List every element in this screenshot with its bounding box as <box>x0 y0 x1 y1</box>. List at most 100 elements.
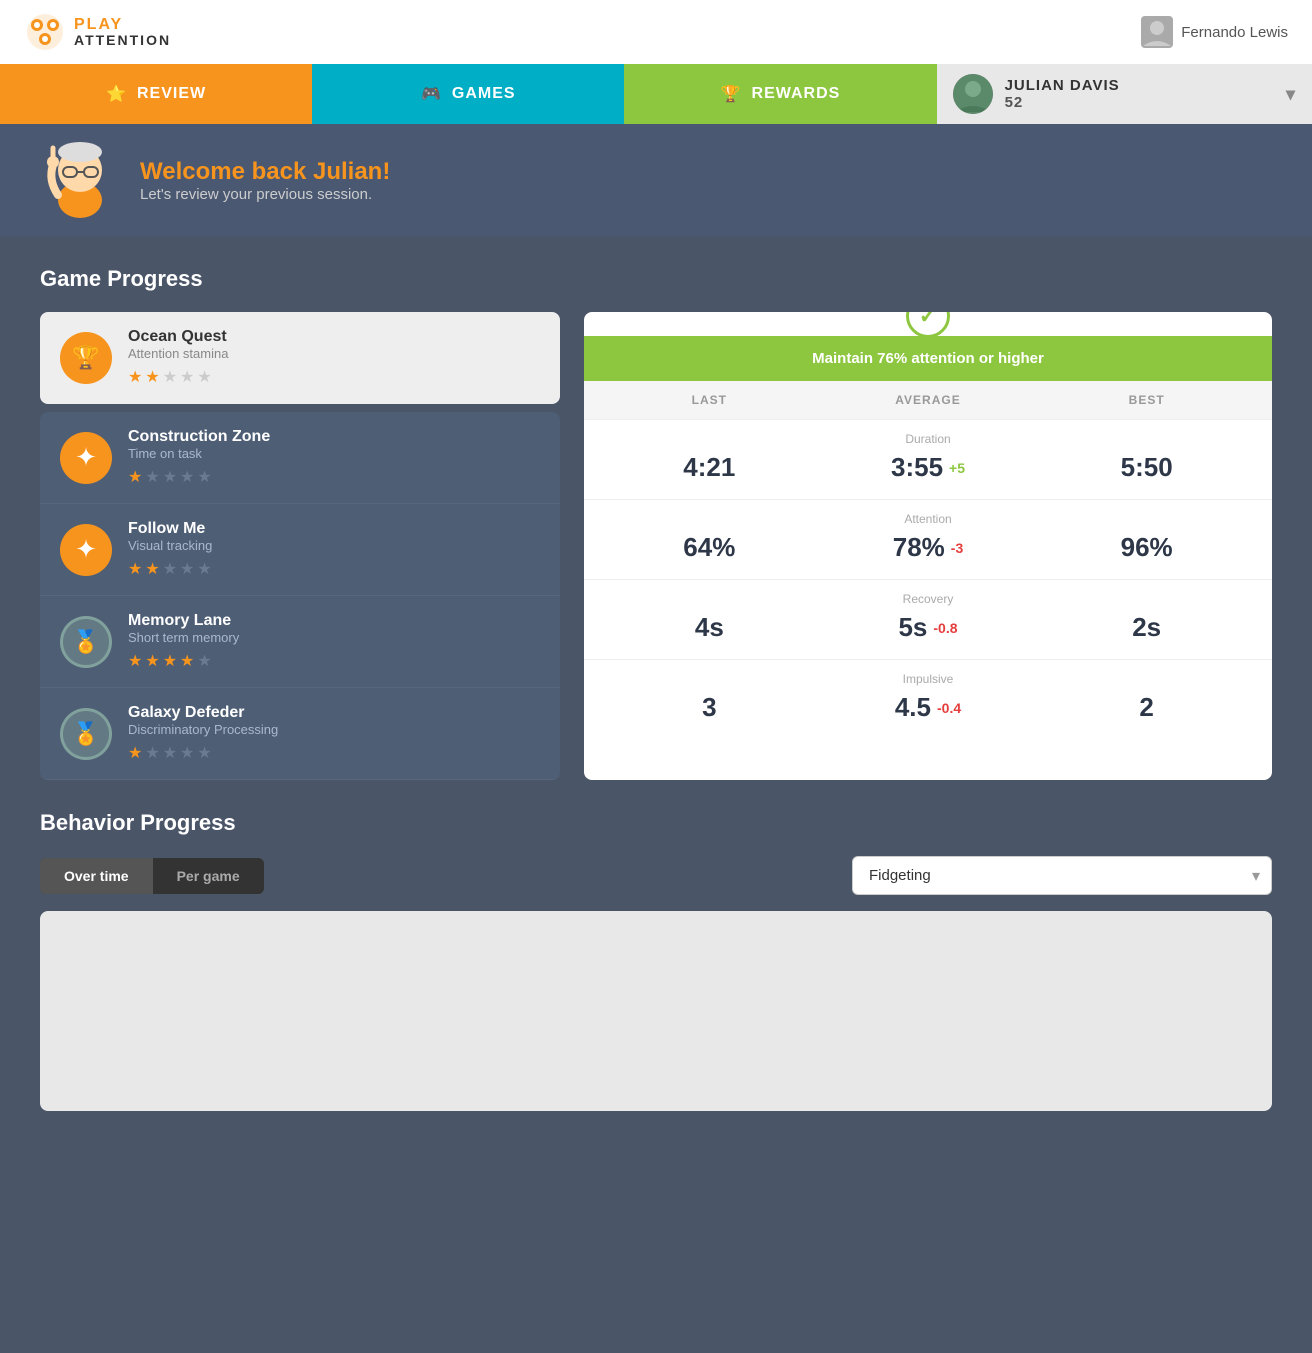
recovery-average: 5s -0.8 <box>819 612 1038 643</box>
duration-average: 3:55 +5 <box>819 452 1038 483</box>
star-2: ★ <box>145 743 159 763</box>
stats-row-recovery: Recovery 4s 5s -0.8 2s <box>584 579 1272 659</box>
attention-average: 78% -3 <box>819 532 1038 563</box>
impulsive-avg-delta: -0.4 <box>937 700 961 716</box>
header-user-name: Fernando Lewis <box>1181 24 1288 41</box>
star-4: ★ <box>180 559 194 579</box>
header-user-info: Fernando Lewis <box>1141 16 1288 48</box>
nav-review[interactable]: ⭐ REVIEW <box>0 64 312 124</box>
logo-play-label: PLAY <box>74 16 171 34</box>
duration-best-value: 5:50 <box>1121 452 1173 482</box>
logo-icon <box>24 11 66 53</box>
logo: PLAY ATTENTION <box>24 11 171 53</box>
duration-avg-value: 3:55 <box>891 452 943 483</box>
stats-goal-banner: Maintain 76% attention or higher <box>584 336 1272 381</box>
star-2: ★ <box>145 467 159 487</box>
stats-panel: ✓ Maintain 76% attention or higher LAST … <box>584 312 1272 780</box>
construction-zone-details: Construction Zone Time on task ★ ★ ★ ★ ★ <box>128 428 540 487</box>
impulsive-values: 3 4.5 -0.4 2 <box>584 686 1272 739</box>
follow-me-name: Follow Me <box>128 520 540 538</box>
attention-values: 64% 78% -3 96% <box>584 526 1272 579</box>
star-3: ★ <box>163 559 177 579</box>
galaxy-defeder-icon: 🏅 <box>60 708 112 760</box>
follow-me-details: Follow Me Visual tracking ★ ★ ★ ★ ★ <box>128 520 540 579</box>
game-item-galaxy-defeder[interactable]: 🏅 Galaxy Defeder Discriminatory Processi… <box>40 688 560 780</box>
galaxy-defeder-details: Galaxy Defeder Discriminatory Processing… <box>128 704 540 763</box>
impulsive-label: Impulsive <box>584 660 1272 686</box>
rewards-icon: 🏆 <box>721 84 742 104</box>
col-header-last: LAST <box>600 393 819 407</box>
game-item-memory-lane[interactable]: 🏅 Memory Lane Short term memory ★ ★ ★ ★ … <box>40 596 560 688</box>
nav-rewards[interactable]: 🏆 REWARDS <box>624 64 936 124</box>
impulsive-last: 3 <box>600 692 819 723</box>
profile-avatar <box>953 74 993 114</box>
stats-goal-text: Maintain 76% attention or higher <box>812 350 1044 367</box>
game-progress-title: Game Progress <box>40 266 1272 292</box>
behavior-chart <box>40 911 1272 1111</box>
attention-avg-delta: -3 <box>951 540 963 556</box>
behavior-toggle-group: Over time Per game <box>40 858 264 894</box>
star-3: ★ <box>163 367 177 387</box>
recovery-last-value: 4s <box>695 612 724 642</box>
recovery-values: 4s 5s -0.8 2s <box>584 606 1272 659</box>
toggle-over-time[interactable]: Over time <box>40 858 153 894</box>
duration-label: Duration <box>584 420 1272 446</box>
profile-info: Julian Davis 52 <box>953 74 1120 114</box>
ocean-quest-stars: ★ ★ ★ ★ ★ <box>128 367 540 387</box>
impulsive-best-value: 2 <box>1139 692 1153 722</box>
recovery-label: Recovery <box>584 580 1272 606</box>
main-content: Game Progress 🏆 Ocean Quest Attention st… <box>0 236 1312 810</box>
recovery-avg-value: 5s <box>898 612 927 643</box>
profile-name: Julian Davis <box>1005 77 1120 94</box>
star-1: ★ <box>128 467 142 487</box>
recovery-last: 4s <box>600 612 819 643</box>
game-item-construction-zone[interactable]: ✦ Construction Zone Time on task ★ ★ ★ ★… <box>40 412 560 504</box>
star-5: ★ <box>197 651 211 671</box>
memory-lane-details: Memory Lane Short term memory ★ ★ ★ ★ ★ <box>128 612 540 671</box>
star-2: ★ <box>145 367 159 387</box>
star-icon-2: ✦ <box>75 534 97 565</box>
attention-last: 64% <box>600 532 819 563</box>
star-3: ★ <box>163 651 177 671</box>
rewards-label: REWARDS <box>752 85 841 103</box>
games-label: GAMES <box>452 85 516 103</box>
duration-avg-delta: +5 <box>949 460 965 476</box>
galaxy-defeder-name: Galaxy Defeder <box>128 704 540 722</box>
nav-profile[interactable]: Julian Davis 52 ▾ <box>937 64 1312 124</box>
behavior-dropdown[interactable]: Fidgeting Impulsive Recovery <box>852 856 1272 895</box>
follow-me-category: Visual tracking <box>128 538 540 553</box>
star-4: ★ <box>180 743 194 763</box>
star-3: ★ <box>163 743 177 763</box>
profile-score: 52 <box>1005 94 1120 111</box>
attention-last-value: 64% <box>683 532 735 562</box>
star-3: ★ <box>163 467 177 487</box>
star-4: ★ <box>180 367 194 387</box>
col-header-best: BEST <box>1037 393 1256 407</box>
attention-best: 96% <box>1037 532 1256 563</box>
welcome-section: Welcome back Julian! Let's review your p… <box>0 124 1312 236</box>
impulsive-average: 4.5 -0.4 <box>819 692 1038 723</box>
toggle-per-game[interactable]: Per game <box>153 858 264 894</box>
star-5: ★ <box>197 559 211 579</box>
behavior-controls: Over time Per game Fidgeting Impulsive R… <box>40 856 1272 895</box>
game-item-follow-me[interactable]: ✦ Follow Me Visual tracking ★ ★ ★ ★ ★ <box>40 504 560 596</box>
star-1: ★ <box>128 651 142 671</box>
attention-label: Attention <box>584 500 1272 526</box>
star-4: ★ <box>180 651 194 671</box>
star-4: ★ <box>180 467 194 487</box>
goal-check-badge: ✓ <box>906 312 950 338</box>
review-icon: ⭐ <box>106 84 127 104</box>
star-5: ★ <box>197 467 211 487</box>
galaxy-defeder-category: Discriminatory Processing <box>128 722 540 737</box>
stats-col-headers: LAST AVERAGE BEST <box>584 381 1272 419</box>
behavior-section: Behavior Progress Over time Per game Fid… <box>0 810 1312 1141</box>
stats-row-attention: Attention 64% 78% -3 96% <box>584 499 1272 579</box>
game-item-ocean-quest[interactable]: 🏆 Ocean Quest Attention stamina ★ ★ ★ ★ … <box>40 312 560 404</box>
logo-text: PLAY ATTENTION <box>74 16 171 49</box>
stats-row-impulsive: Impulsive 3 4.5 -0.4 2 <box>584 659 1272 739</box>
nav-games[interactable]: 🎮 GAMES <box>312 64 624 124</box>
logo-attention-label: ATTENTION <box>74 33 171 48</box>
duration-best: 5:50 <box>1037 452 1256 483</box>
duration-values: 4:21 3:55 +5 5:50 <box>584 446 1272 499</box>
game-list: 🏆 Ocean Quest Attention stamina ★ ★ ★ ★ … <box>40 312 560 780</box>
